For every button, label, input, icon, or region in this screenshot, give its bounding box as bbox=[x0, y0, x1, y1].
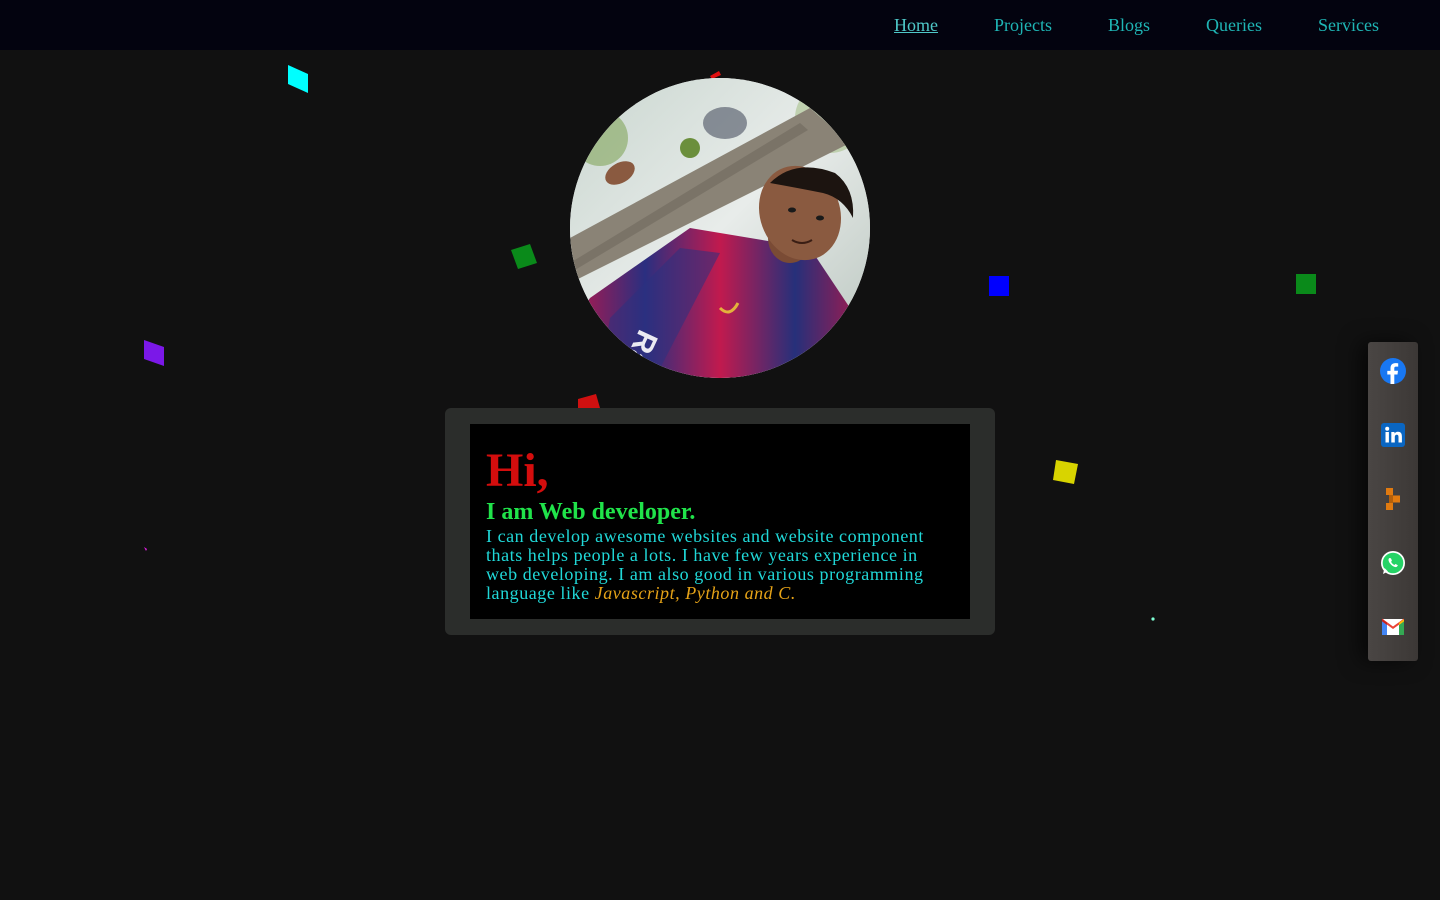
confetti-green-right bbox=[1296, 274, 1316, 294]
languages-text: Javascript, Python and C. bbox=[594, 583, 796, 603]
nav-projects-link[interactable]: Projects bbox=[994, 15, 1052, 36]
intro-card-content: Hi, I am Web developer. I can develop aw… bbox=[470, 424, 970, 619]
nav-queries-link[interactable]: Queries bbox=[1206, 15, 1262, 36]
social-sidebar bbox=[1368, 342, 1418, 661]
gmail-icon[interactable] bbox=[1380, 614, 1406, 640]
confetti-purple bbox=[144, 340, 164, 366]
confetti-red-card bbox=[578, 394, 600, 408]
confetti-yellow bbox=[1053, 460, 1078, 484]
confetti-cyan bbox=[288, 65, 308, 93]
navbar: Home Projects Blogs Queries Services bbox=[0, 0, 1440, 50]
whatsapp-icon[interactable] bbox=[1380, 550, 1406, 576]
page: Home Projects Blogs Queries Services Hi,… bbox=[0, 0, 1440, 900]
nav-home-link[interactable]: Home bbox=[894, 15, 938, 36]
app-logo-icon[interactable] bbox=[1380, 486, 1406, 512]
confetti-teal-dot bbox=[1151, 617, 1155, 621]
nav-blogs-link[interactable]: Blogs bbox=[1108, 15, 1150, 36]
confetti-magenta-dot bbox=[144, 547, 147, 551]
linkedin-icon[interactable] bbox=[1380, 422, 1406, 448]
facebook-icon[interactable] bbox=[1380, 358, 1406, 384]
nav-services-link[interactable]: Services bbox=[1318, 15, 1379, 36]
nav-links: Home Projects Blogs Queries Services bbox=[838, 15, 1379, 36]
profile-photo-image: Rakuten bbox=[570, 78, 870, 378]
intro-card: Hi, I am Web developer. I can develop aw… bbox=[445, 408, 995, 635]
confetti-green-left bbox=[511, 244, 537, 269]
confetti-blue bbox=[989, 276, 1009, 296]
profile-photo: Rakuten bbox=[570, 78, 870, 378]
greeting-heading: Hi, bbox=[486, 444, 549, 497]
intro-description: I can develop awesome websites and websi… bbox=[486, 527, 954, 603]
role-heading: I am Web developer. bbox=[486, 499, 696, 525]
